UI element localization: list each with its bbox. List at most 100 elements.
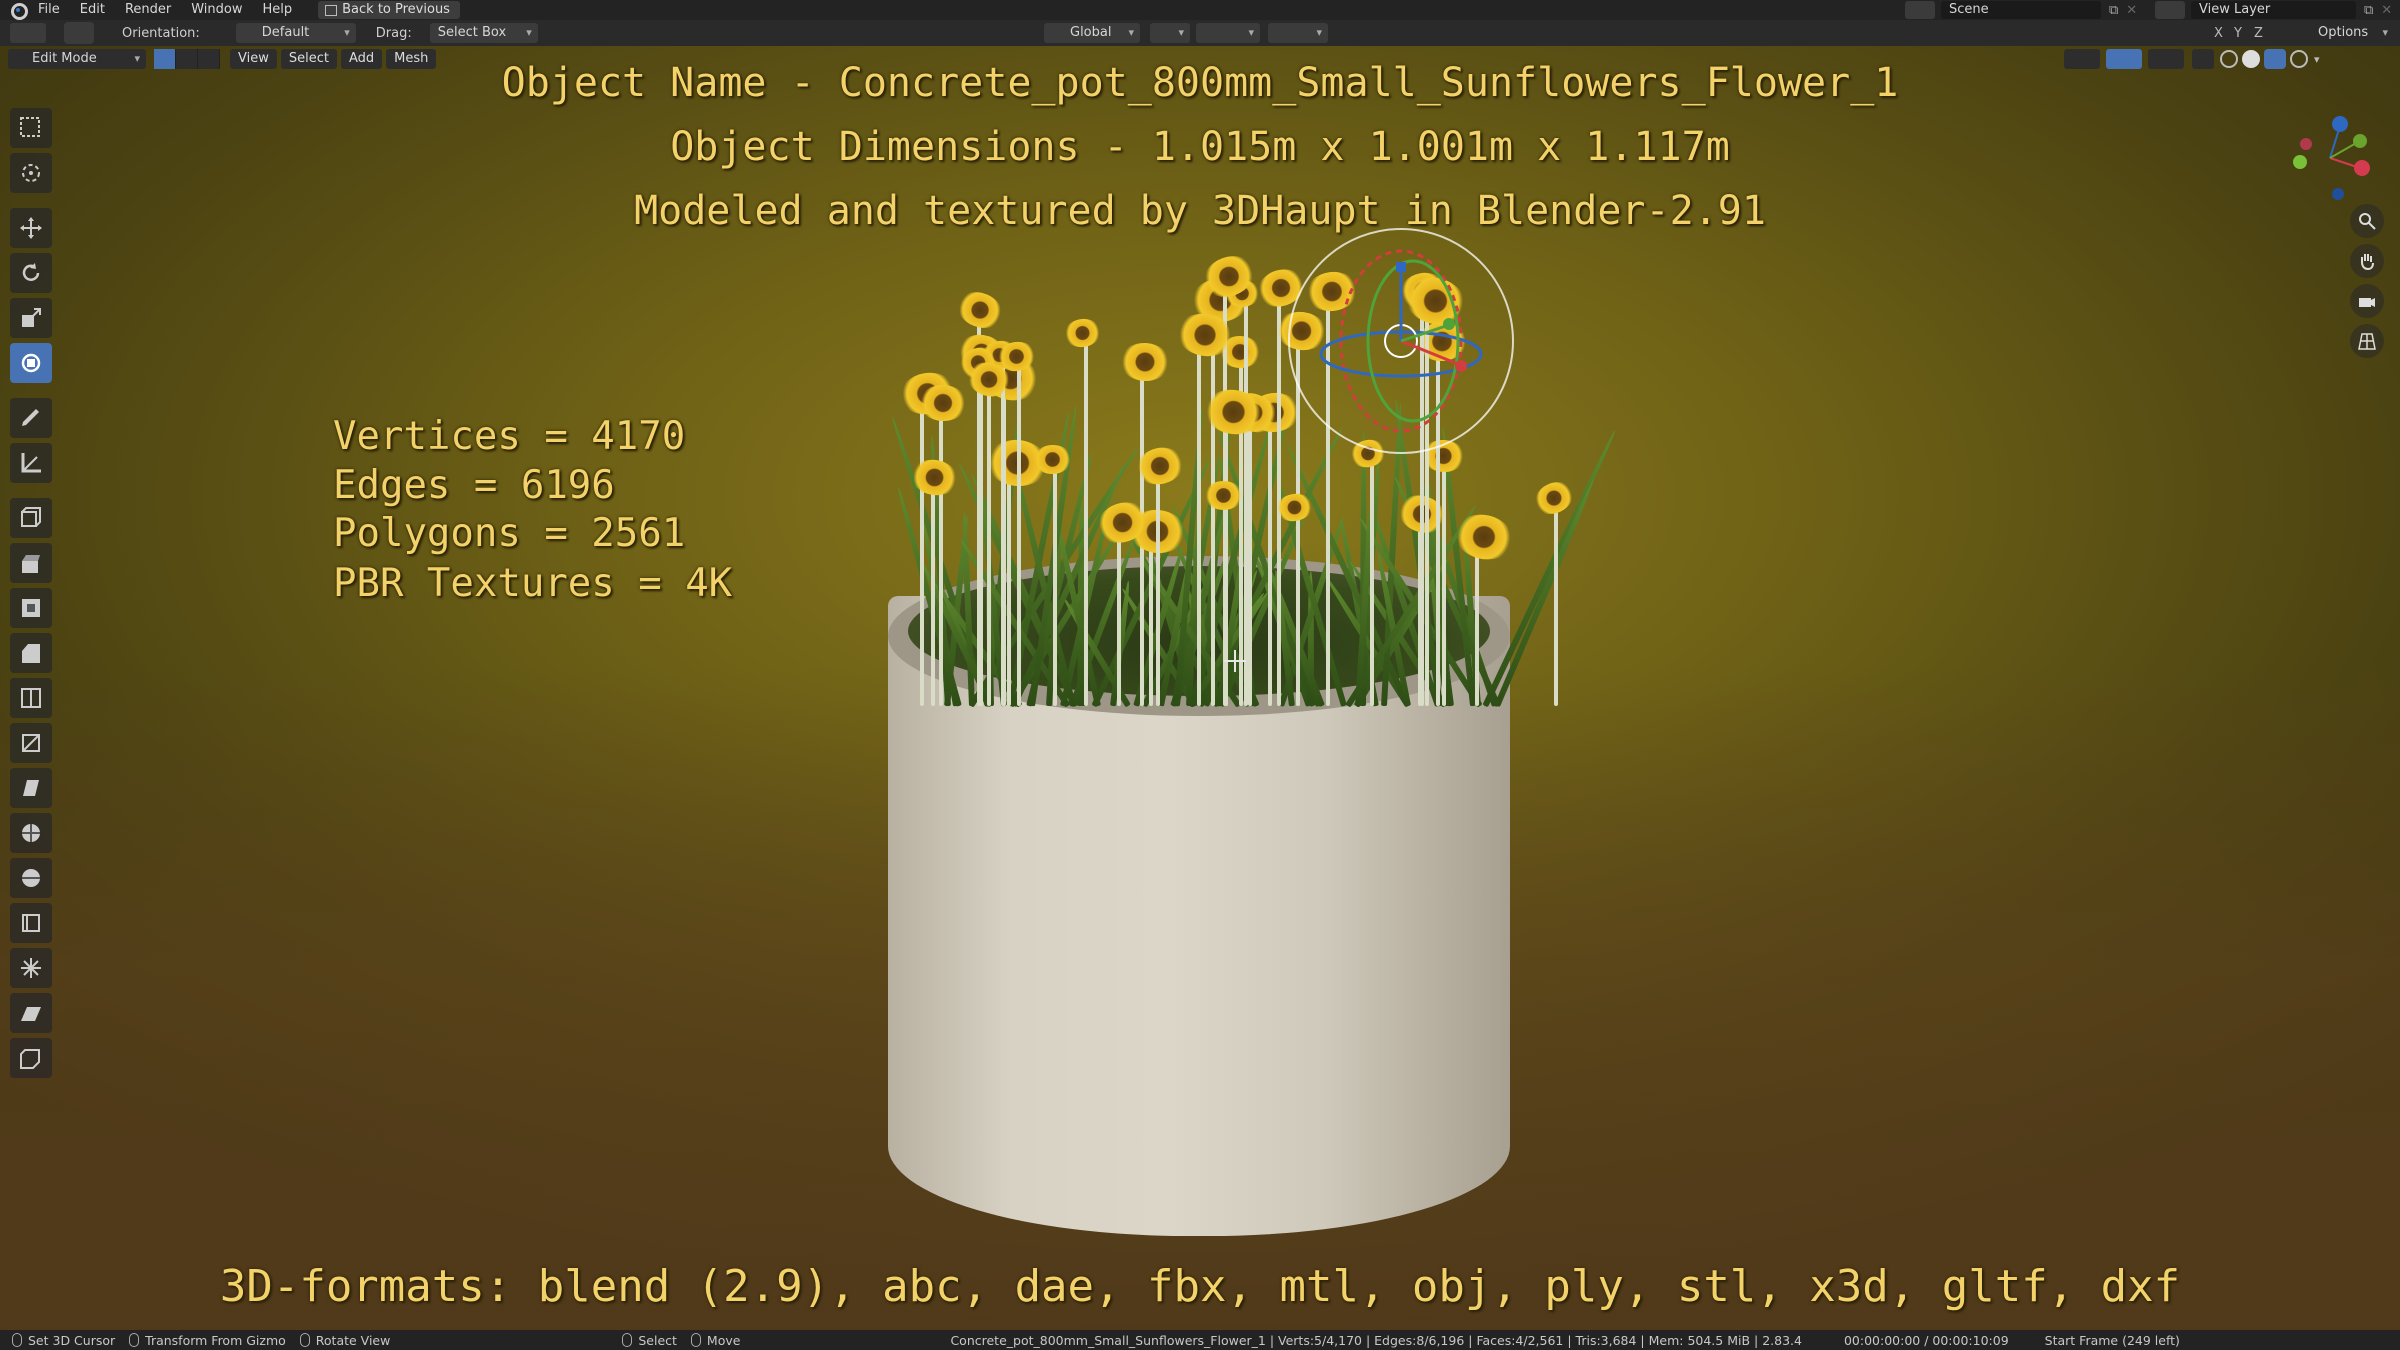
flower-stem [1369,459,1374,706]
new-scene-icon[interactable]: ⧉ [2109,3,2118,18]
camera-view-icon[interactable] [2350,284,2384,318]
menu-file[interactable]: File [28,0,70,20]
rip-tool-icon[interactable] [10,1038,52,1078]
shear-tool-icon[interactable] [10,993,52,1033]
extrude-tool-icon[interactable] [10,543,52,583]
flower-stem [939,405,944,706]
inset-tool-icon[interactable] [10,588,52,628]
perspective-toggle-icon[interactable] [2350,324,2384,358]
scene-name-field[interactable]: Scene [1941,1,2101,19]
axis-x-toggle[interactable]: X [2214,26,2223,41]
status-bar: Set 3D Cursor Transform From Gizmo Rotat… [0,1330,2400,1350]
top-menu-bar: File Edit Render Window Help Back to Pre… [0,0,2400,20]
flower-stem [1268,413,1272,706]
modeled-by-overlay: Modeled and textured by 3DHaupt in Blend… [634,188,1766,234]
active-tool-icon[interactable] [64,22,94,44]
flower-stem [1296,513,1301,706]
start-frame-info: Start Frame (249 left) [2044,1332,2180,1348]
flower-stem [1083,339,1088,706]
flower-stem [920,393,925,706]
timecode: 00:00:00:00 / 00:00:10:09 [1843,1332,2009,1348]
sunflower-head [1451,508,1518,564]
pivot-point-dropdown[interactable] [1150,23,1190,43]
transform-gizmo-hint: Transform From Gizmo [145,1332,286,1348]
grass-leaf [1482,428,1619,708]
flower-stem [1155,468,1160,706]
mouse-cursor-crosshair-icon [1224,650,1246,672]
sunflower-head [1061,317,1103,350]
measure-tool-icon[interactable] [10,443,52,483]
editor-type-icon[interactable] [10,23,46,43]
blender-logo-icon[interactable] [8,0,28,20]
annotate-tool-icon[interactable] [10,398,52,438]
rotate-view-hint: Rotate View [315,1332,391,1348]
view-layer-field[interactable]: View Layer [2191,1,2356,19]
transform-tool-icon[interactable] [10,343,52,383]
spin-tool-icon[interactable] [10,813,52,853]
drag-dropdown[interactable]: Select Box [429,23,538,43]
scene-statistics: Concrete_pot_800mm_Small_Sunflowers_Flow… [950,1332,1802,1348]
sunflower-head [952,285,1008,335]
grass-leaf [1264,561,1325,708]
flower-stem [1117,522,1122,706]
bevel-tool-icon[interactable] [10,633,52,673]
axis-z-toggle[interactable]: Z [2254,26,2263,41]
flower-stem [1223,501,1228,706]
flower-stem [1007,460,1012,706]
menu-edit[interactable]: Edit [70,0,115,20]
scene-browse-icon[interactable] [1905,1,1935,19]
rotate-tool-icon[interactable] [10,253,52,293]
flower-stem [1017,361,1022,706]
menu-help[interactable]: Help [253,0,303,20]
flower-stem [1148,530,1153,706]
axis-y-toggle[interactable]: Y [2234,26,2242,41]
flower-stem [1052,465,1057,706]
sunflower-head [1119,341,1172,383]
formats-overlay: 3D-formats: blend (2.9), abc, dae, fbx, … [219,1261,2181,1312]
orientation-label: Orientation: [122,25,200,41]
toolbar [10,106,60,1083]
menu-window[interactable]: Window [181,0,252,20]
mouse-left-icon [12,1333,22,1347]
scale-tool-icon[interactable] [10,298,52,338]
flower-stem [1441,460,1446,706]
back-to-previous-button[interactable]: Back to Previous [318,1,460,19]
flower-stem [1000,360,1005,706]
mouse-select-icon [622,1333,633,1347]
knife-tool-icon[interactable] [10,723,52,763]
gizmo-rings-icon[interactable] [1288,228,1514,454]
view-layer-browse-icon[interactable] [2155,1,2185,19]
smooth-tool-icon[interactable] [10,858,52,898]
move-hint: Move [706,1332,741,1348]
snap-toggle[interactable] [1196,23,1260,43]
transform-gizmo[interactable] [1288,228,1514,454]
flower-stem [1475,534,1480,706]
sunflower-head [1203,481,1243,511]
pan-hand-icon[interactable] [2350,244,2384,278]
edge-slide-tool-icon[interactable] [10,903,52,943]
delete-scene-icon[interactable]: ✕ [2126,3,2137,18]
flower-stem [987,383,992,706]
3d-viewport[interactable]: Edit Mode View Select Add Mesh ▾ [0,46,2400,1330]
proportional-editing-toggle[interactable] [1268,23,1328,43]
options-dropdown[interactable]: Options [2310,23,2394,43]
flower-stem [1554,503,1559,706]
new-view-layer-icon[interactable]: ⧉ [2364,3,2373,18]
flower-stem [931,480,936,706]
transform-orientation-dropdown[interactable]: Global [1044,23,1140,43]
edges-stat: Edges = 6196 [333,463,615,508]
poly-build-tool-icon[interactable] [10,768,52,808]
delete-view-layer-icon[interactable]: ✕ [2381,3,2392,18]
add-cube-tool-icon[interactable] [10,498,52,538]
mouse-drag-icon [129,1333,140,1347]
drag-label: Drag: [375,25,412,41]
polygons-stat: Polygons = 2561 [333,511,686,556]
loop-cut-tool-icon[interactable] [10,678,52,718]
mouse-middle-icon [299,1333,310,1347]
textures-stat: PBR Textures = 4K [333,561,733,606]
menu-render[interactable]: Render [115,0,181,20]
flower-stem [978,367,983,706]
orientation-dropdown[interactable]: Default [235,23,356,43]
mouse-move-icon [690,1333,701,1347]
shrink-fatten-tool-icon[interactable] [10,948,52,988]
